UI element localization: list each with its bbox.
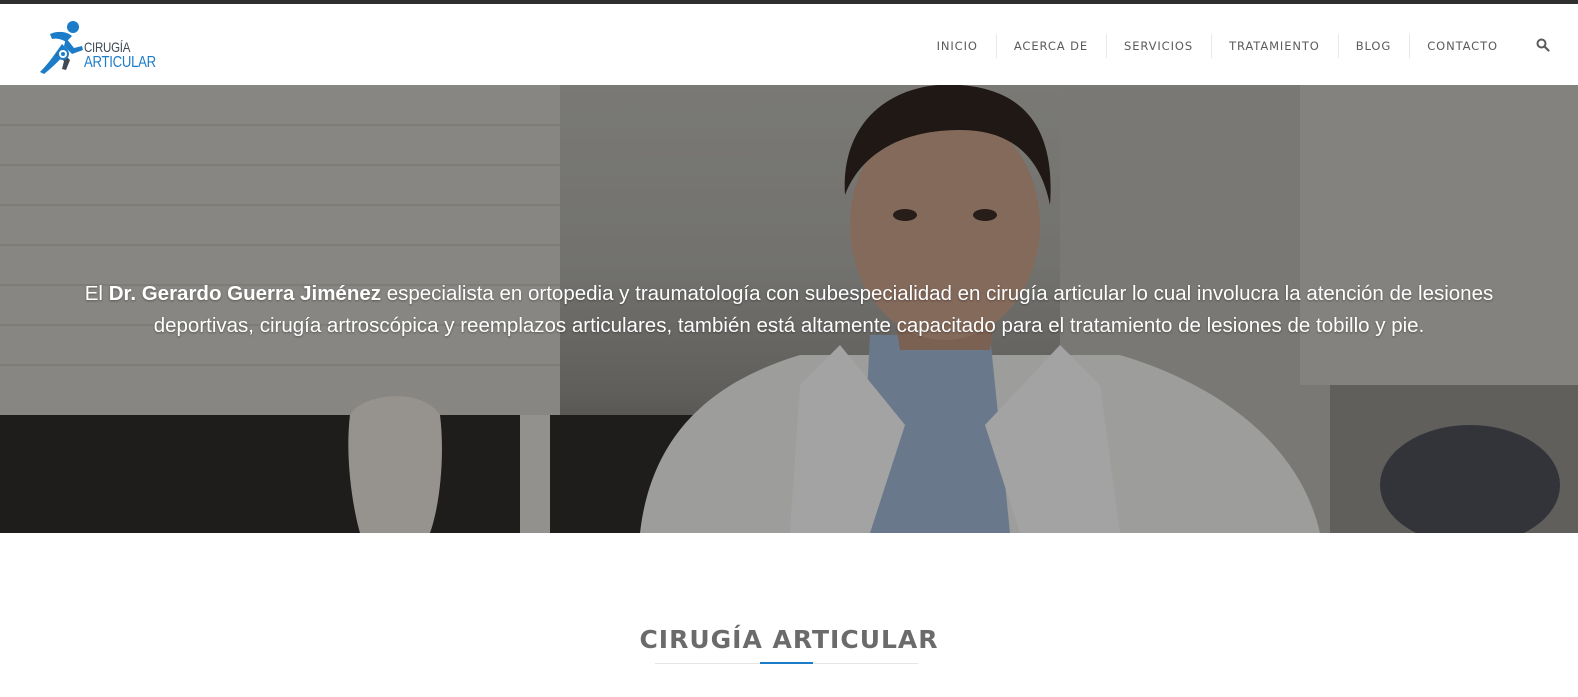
section-title: CIRUGÍA ARTICULAR — [639, 625, 939, 654]
logo-text-line1: CIRUGÍA — [84, 39, 131, 55]
title-accent-line — [760, 662, 813, 664]
nav-item-tratamiento[interactable]: TRATAMIENTO — [1211, 30, 1338, 62]
nav-item-servicios[interactable]: SERVICIOS — [1106, 30, 1211, 62]
site-header: CIRUGÍA ARTICULAR INICIO ACERCA DE SERVI… — [0, 4, 1578, 85]
search-icon[interactable] — [1536, 38, 1552, 54]
nav-item-acerca-de[interactable]: ACERCA DE — [995, 30, 1106, 62]
hero-banner: El Dr. Gerardo Guerra Jiménez especialis… — [0, 85, 1578, 533]
hero-intro-text: El Dr. Gerardo Guerra Jiménez especialis… — [84, 282, 1494, 337]
logo-text-line2: ARTICULAR — [84, 54, 156, 71]
site-logo[interactable]: CIRUGÍA ARTICULAR — [36, 20, 166, 74]
nav-item-blog[interactable]: BLOG — [1337, 30, 1409, 62]
nav-item-contacto[interactable]: CONTACTO — [1409, 30, 1516, 62]
main-nav: INICIO ACERCA DE SERVICIOS TRATAMIENTO B… — [919, 30, 1516, 62]
nav-item-inicio[interactable]: INICIO — [919, 30, 996, 62]
runner-logo-icon — [40, 21, 83, 74]
doctor-name: Dr. Gerardo Guerra Jiménez — [108, 282, 381, 305]
